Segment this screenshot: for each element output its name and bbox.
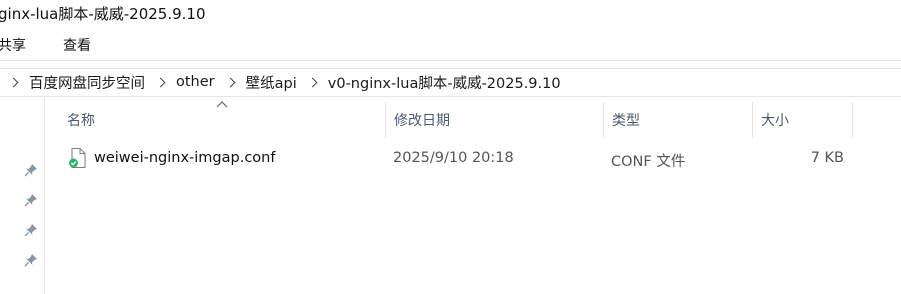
ribbon-tab-share[interactable]: 共享 [0,35,26,55]
sync-status-icon [69,158,78,168]
navigation-pane[interactable] [0,98,45,294]
column-header-type[interactable]: 类型 [604,102,753,138]
ribbon-divider [0,60,901,61]
column-header-date[interactable]: 修改日期 [386,102,604,138]
address-bar-top-border [0,68,901,69]
window-title: ginx-lua脚本-威威-2025.9.10 [0,5,206,23]
file-name[interactable]: weiwei-nginx-imgap.conf [94,150,275,166]
file-modified-date: 2025/9/10 20:18 [393,150,514,166]
address-bar-bottom-border [0,96,901,97]
breadcrumb-item[interactable]: other [174,74,217,90]
file-type: CONF 文件 [611,154,686,170]
file-size: 7 KB [810,150,844,166]
file-row[interactable]: weiwei-nginx-imgap.conf 2025/9/10 20:18 … [60,145,860,173]
column-header-name[interactable]: 名称 [59,102,386,138]
breadcrumb-item[interactable]: 百度网盘同步空间 [27,72,147,93]
chevron-right-icon[interactable] [307,77,318,87]
breadcrumb-item-current[interactable]: v0-nginx-lua脚本-威威-2025.9.10 [326,72,563,93]
pin-icon[interactable] [24,223,38,237]
conf-file-icon [69,148,86,168]
pin-icon[interactable] [24,193,38,207]
chevron-right-icon[interactable] [155,77,166,87]
breadcrumb-item[interactable]: 壁纸api [244,72,299,93]
address-bar[interactable]: 百度网盘同步空间 other 壁纸api v0-nginx-lua脚本-威威-2… [0,69,901,95]
pin-icon[interactable] [24,253,38,267]
column-header-size[interactable]: 大小 [753,102,853,138]
chevron-right-icon[interactable] [8,77,19,87]
chevron-right-icon[interactable] [225,77,236,87]
ribbon-tab-view[interactable]: 查看 [63,35,91,55]
pin-icon[interactable] [24,163,38,177]
